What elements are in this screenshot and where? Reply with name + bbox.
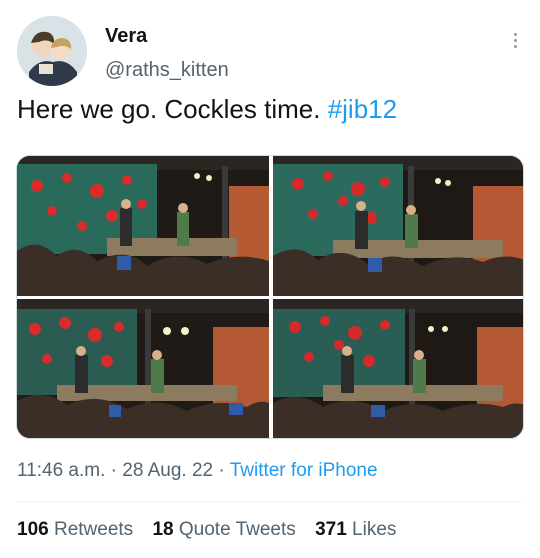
photo-4[interactable] — [273, 299, 523, 438]
avatar[interactable] — [17, 16, 87, 86]
meta-separator: · — [110, 460, 117, 481]
tweet-meta: 11:46 a.m. · 28 Aug. 22 · Twitter for iP… — [17, 458, 378, 484]
tweet-date[interactable]: 28 Aug. 22 — [122, 460, 213, 481]
more-options-icon[interactable] — [505, 28, 525, 52]
tweet-text: Here we go. Cockles time. #jib12 — [17, 92, 527, 126]
quote-tweets-count: 18 — [152, 519, 174, 540]
likes-label: Likes — [352, 519, 397, 540]
tweet-time[interactable]: 11:46 a.m. — [17, 460, 105, 481]
retweets-label: Retweets — [53, 519, 134, 540]
tweet-stats: 106 Retweets 18 Quote Tweets 371 Likes — [17, 517, 410, 543]
tweet-source-link[interactable]: Twitter for iPhone — [230, 460, 378, 481]
retweets-stat[interactable]: 106 Retweets — [17, 519, 133, 540]
quote-tweets-label: Quote Tweets — [178, 519, 296, 540]
photo-3[interactable] — [17, 299, 269, 438]
retweets-count: 106 — [17, 519, 49, 540]
tweet-header: Vera @raths_kitten — [17, 12, 527, 92]
quote-tweets-stat[interactable]: 18 Quote Tweets — [152, 519, 295, 540]
photo-2[interactable] — [273, 156, 523, 296]
display-name[interactable]: Vera — [105, 24, 147, 48]
likes-count: 371 — [315, 519, 347, 540]
meta-separator: · — [218, 460, 225, 481]
user-handle[interactable]: @raths_kitten — [105, 58, 229, 82]
divider — [17, 501, 523, 502]
likes-stat[interactable]: 371 Likes — [315, 519, 396, 540]
media-grid — [16, 155, 524, 439]
hashtag-link[interactable]: #jib12 — [328, 94, 397, 124]
tweet-body: Here we go. Cockles time. — [17, 94, 321, 124]
photo-1[interactable] — [17, 156, 269, 296]
